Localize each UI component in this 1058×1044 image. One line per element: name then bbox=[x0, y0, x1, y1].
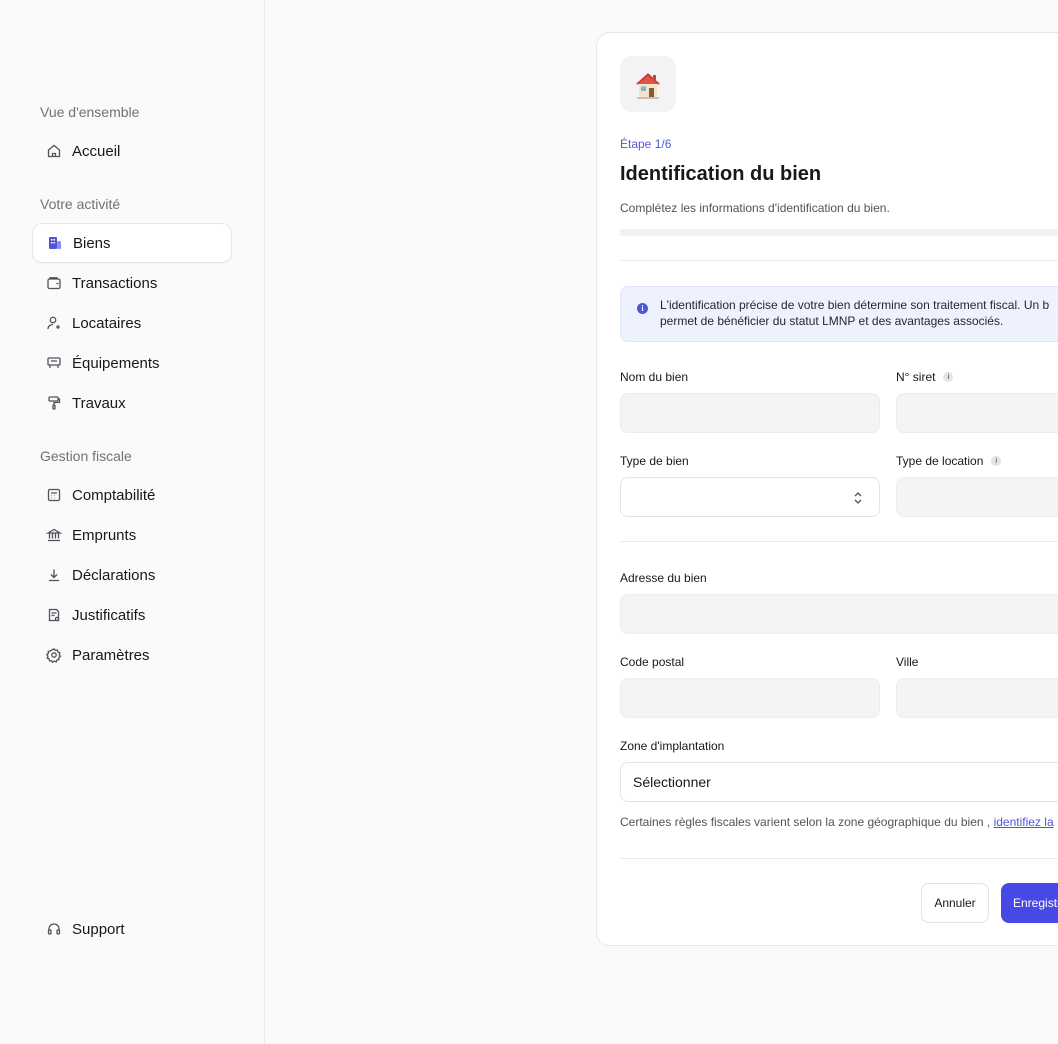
sofa-icon bbox=[46, 355, 62, 371]
sidebar-item-label: Biens bbox=[73, 234, 111, 252]
step-indicator: Étape 1/6 bbox=[620, 137, 672, 151]
sidebar-item-accueil[interactable]: Accueil bbox=[32, 131, 232, 171]
adresse-label: Adresse du bien bbox=[620, 571, 707, 585]
sidebar-item-label: Déclarations bbox=[72, 566, 156, 584]
sidebar-item-parametres[interactable]: Paramètres bbox=[32, 635, 232, 675]
chevron-up-down-icon bbox=[854, 492, 862, 504]
sidebar-item-label: Justificatifs bbox=[72, 606, 146, 624]
sidebar-item-biens[interactable]: Biens bbox=[32, 223, 232, 263]
info-text: L'identification précise de votre bien d… bbox=[660, 297, 1049, 329]
sidebar-item-justificatifs[interactable]: Justificatifs bbox=[32, 595, 232, 635]
page-subtitle: Complétez les informations d'identificat… bbox=[620, 201, 890, 215]
house-icon bbox=[620, 56, 676, 112]
section-title-activity: Votre activité bbox=[40, 196, 121, 212]
identify-zone-link[interactable]: identifiez la bbox=[994, 815, 1054, 829]
sidebar-item-support[interactable]: Support bbox=[32, 909, 232, 949]
sidebar-item-locataires[interactable]: Locataires bbox=[32, 303, 232, 343]
wallet-icon bbox=[46, 275, 62, 291]
download-icon bbox=[46, 567, 62, 583]
type-bien-label: Type de bien bbox=[620, 454, 689, 468]
sidebar-item-travaux[interactable]: Travaux bbox=[32, 383, 232, 423]
sidebar-item-label: Travaux bbox=[72, 394, 126, 412]
sidebar-item-label: Accueil bbox=[72, 142, 121, 160]
calculator-icon bbox=[46, 487, 62, 503]
sidebar-item-declarations[interactable]: Déclarations bbox=[32, 555, 232, 595]
zone-label: Zone d'implantation bbox=[620, 739, 725, 753]
adresse-input[interactable] bbox=[620, 594, 1058, 634]
info-line-2: permet de bénéficier du statut LMNP et d… bbox=[660, 314, 1004, 328]
user-plus-icon bbox=[46, 315, 62, 331]
code-postal-input[interactable] bbox=[620, 678, 880, 718]
zone-helper-text: Certaines règles fiscales varient selon … bbox=[620, 815, 1054, 829]
save-button[interactable]: Enregistrer bbox=[1001, 883, 1058, 923]
type-location-label: Type de location i bbox=[896, 454, 1002, 468]
sidebar-item-comptabilite[interactable]: Comptabilité bbox=[32, 475, 232, 515]
sidebar-item-label: Support bbox=[72, 920, 125, 938]
sidebar-item-equipements[interactable]: Équipements bbox=[32, 343, 232, 383]
cancel-button[interactable]: Annuler bbox=[921, 883, 989, 923]
divider bbox=[620, 858, 1058, 859]
sidebar-item-label: Locataires bbox=[72, 314, 142, 332]
info-tooltip-icon[interactable]: i bbox=[991, 456, 1002, 466]
sidebar-item-transactions[interactable]: Transactions bbox=[32, 263, 232, 303]
building-icon bbox=[47, 235, 63, 251]
type-bien-select[interactable] bbox=[620, 477, 880, 517]
helper-text: Certaines règles fiscales varient selon … bbox=[620, 815, 991, 829]
sidebar-item-label: Transactions bbox=[72, 274, 158, 292]
divider bbox=[620, 260, 1058, 261]
headset-icon bbox=[46, 921, 62, 937]
section-title-overview: Vue d'ensemble bbox=[40, 104, 140, 120]
info-tooltip-icon[interactable]: i bbox=[943, 372, 954, 382]
info-callout: i L'identification précise de votre bien… bbox=[620, 286, 1058, 342]
ville-label: Ville bbox=[896, 655, 919, 669]
sidebar-item-label: Emprunts bbox=[72, 526, 137, 544]
section-title-fiscal: Gestion fiscale bbox=[40, 448, 132, 464]
nom-label: Nom du bien bbox=[620, 370, 689, 384]
siret-label: N° siret i bbox=[896, 370, 954, 384]
bank-icon bbox=[46, 527, 62, 543]
sidebar: Vue d'ensemble Accueil Votre activité Bi… bbox=[0, 0, 265, 1044]
nom-input[interactable] bbox=[620, 393, 880, 433]
zone-select[interactable]: Sélectionner bbox=[620, 762, 1058, 802]
ville-input[interactable] bbox=[896, 678, 1058, 718]
info-icon: i bbox=[637, 303, 648, 314]
receipt-icon bbox=[46, 607, 62, 623]
progress-bar bbox=[620, 229, 1058, 236]
sidebar-item-label: Paramètres bbox=[72, 646, 150, 664]
home-icon bbox=[46, 143, 62, 159]
code-postal-label: Code postal bbox=[620, 655, 685, 669]
type-location-select[interactable] bbox=[896, 477, 1058, 517]
sidebar-item-label: Équipements bbox=[72, 354, 160, 372]
sidebar-item-label: Comptabilité bbox=[72, 486, 156, 504]
form-card: Étape 1/6 Identification du bien Complét… bbox=[596, 32, 1058, 946]
divider bbox=[620, 541, 1058, 542]
siret-input[interactable] bbox=[896, 393, 1058, 433]
gear-icon bbox=[46, 647, 62, 663]
sidebar-item-emprunts[interactable]: Emprunts bbox=[32, 515, 232, 555]
zone-select-value: Sélectionner bbox=[633, 774, 711, 790]
info-line-1: L'identification précise de votre bien d… bbox=[660, 298, 1050, 312]
paint-roller-icon bbox=[46, 395, 62, 411]
page-title: Identification du bien bbox=[620, 163, 822, 185]
